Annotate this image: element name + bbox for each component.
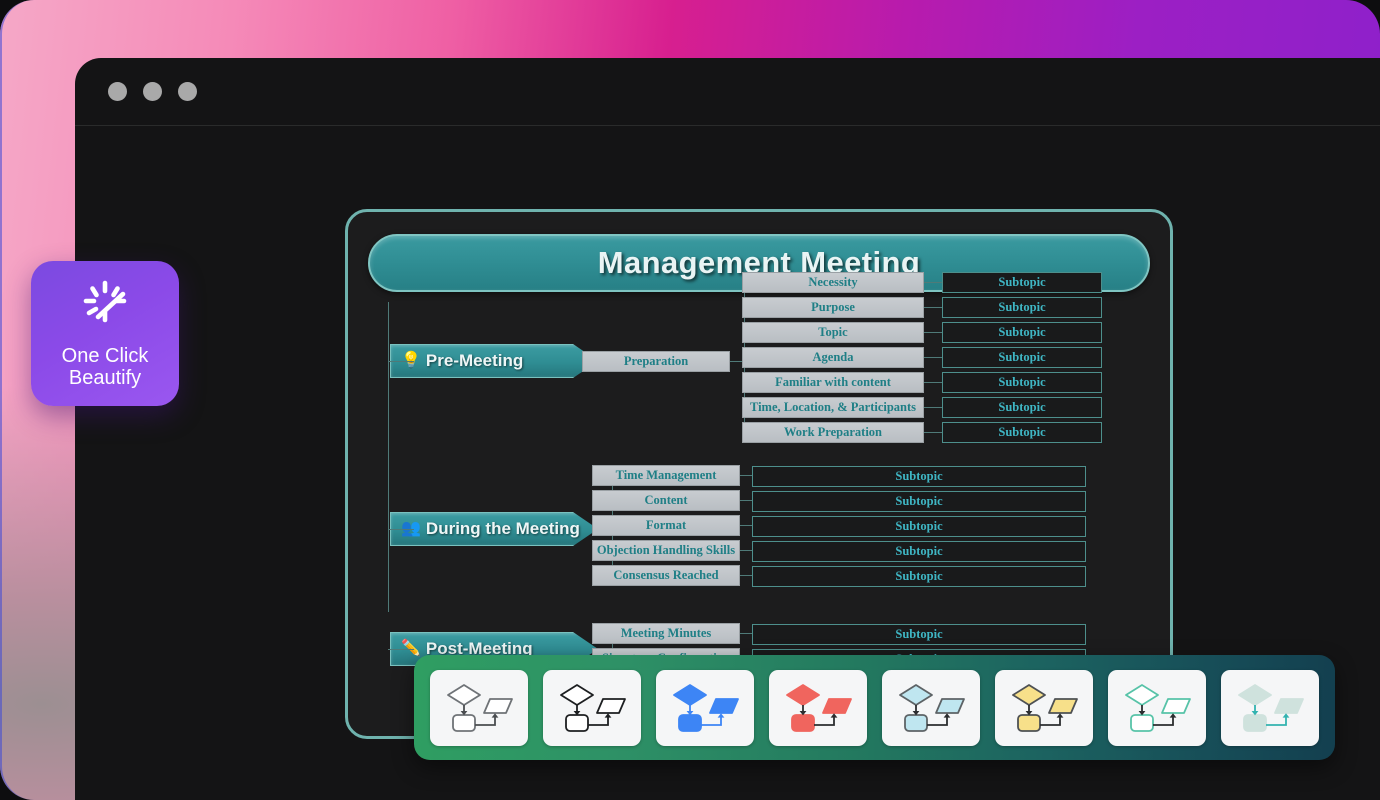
connector-topic-to-subtopic [924, 282, 942, 283]
theme-swatch-outline-black[interactable] [543, 669, 641, 746]
window-titlebar [75, 58, 1380, 126]
tree-spine [388, 302, 389, 612]
connector-topic-to-subtopic [924, 382, 942, 383]
topic-box[interactable]: Purpose [742, 297, 924, 318]
theme-swatch-light-blue[interactable] [882, 669, 980, 746]
one-click-beautify-label: One Click Beautify [61, 344, 149, 389]
connector-topic-to-subtopic [924, 357, 942, 358]
subtopic-box[interactable]: Subtopic [752, 491, 1086, 512]
spine-tick [388, 649, 414, 650]
topic-box[interactable]: Work Preparation [742, 422, 924, 443]
subtopic-box[interactable]: Subtopic [942, 397, 1102, 418]
connector-topic-to-subtopic [740, 525, 752, 526]
branch-node-during-the-meeting[interactable]: 👥 During the Meeting [390, 512, 598, 546]
subtopic-box[interactable]: Subtopic [942, 372, 1102, 393]
theme-swatch-blue[interactable] [656, 669, 754, 746]
connector-topic-to-subtopic [924, 307, 942, 308]
theme-toolbar[interactable] [414, 655, 1335, 760]
topic-box[interactable]: Topic [742, 322, 924, 343]
branch-label-pre-meeting: Pre-Meeting [425, 351, 524, 370]
spine-tick [388, 361, 414, 362]
connector-topic-to-subtopic [740, 475, 752, 476]
subtopic-box[interactable]: Subtopic [752, 516, 1086, 537]
close-button[interactable] [108, 82, 127, 101]
topic-box[interactable]: Consensus Reached [592, 565, 740, 586]
theme-swatch-yellow[interactable] [995, 669, 1093, 746]
topic-box[interactable]: Familiar with content [742, 372, 924, 393]
topic-box[interactable]: Time, Location, & Participants [742, 397, 924, 418]
connector-topic-to-subtopic [740, 500, 752, 501]
subtopic-box[interactable]: Subtopic [752, 566, 1086, 587]
theme-swatch-teal-muted[interactable] [1221, 669, 1319, 746]
magic-sparkle-icon [79, 278, 131, 335]
connector-topic-to-subtopic [740, 633, 752, 634]
branch-label-during-the-meeting: During the Meeting [425, 519, 580, 538]
topic-box[interactable]: Necessity [742, 272, 924, 293]
subtopic-box[interactable]: Subtopic [942, 347, 1102, 368]
subtopic-box[interactable]: Subtopic [942, 297, 1102, 318]
branch-node-pre-meeting[interactable]: 💡 Pre-Meeting [390, 344, 598, 378]
theme-swatch-red[interactable] [769, 669, 867, 746]
mid-box-pre-meeting[interactable]: Preparation [582, 351, 730, 372]
connector-topic-to-subtopic [924, 432, 942, 433]
maximize-button[interactable] [178, 82, 197, 101]
one-click-beautify-button[interactable]: One Click Beautify [31, 261, 179, 406]
theme-swatch-outline-gray[interactable] [430, 669, 528, 746]
topic-box[interactable]: Agenda [742, 347, 924, 368]
subtopic-box[interactable]: Subtopic [752, 466, 1086, 487]
subtopic-box[interactable]: Subtopic [942, 422, 1102, 443]
spine-tick [388, 529, 414, 530]
connector-topic-to-subtopic [924, 332, 942, 333]
subtopic-box[interactable]: Subtopic [942, 272, 1102, 293]
topic-box[interactable]: Objection Handling Skills [592, 540, 740, 561]
connector-topic-to-subtopic [740, 575, 752, 576]
connector-topic-to-subtopic [740, 550, 752, 551]
connector-topic-to-subtopic [924, 407, 942, 408]
topic-box[interactable]: Time Management [592, 465, 740, 486]
subtopic-box[interactable]: Subtopic [752, 624, 1086, 645]
topic-box[interactable]: Format [592, 515, 740, 536]
subtopic-box[interactable]: Subtopic [942, 322, 1102, 343]
subtopic-box[interactable]: Subtopic [752, 541, 1086, 562]
theme-swatch-mint-outline[interactable] [1108, 669, 1206, 746]
minimize-button[interactable] [143, 82, 162, 101]
topic-box[interactable]: Meeting Minutes [592, 623, 740, 644]
topic-box[interactable]: Content [592, 490, 740, 511]
